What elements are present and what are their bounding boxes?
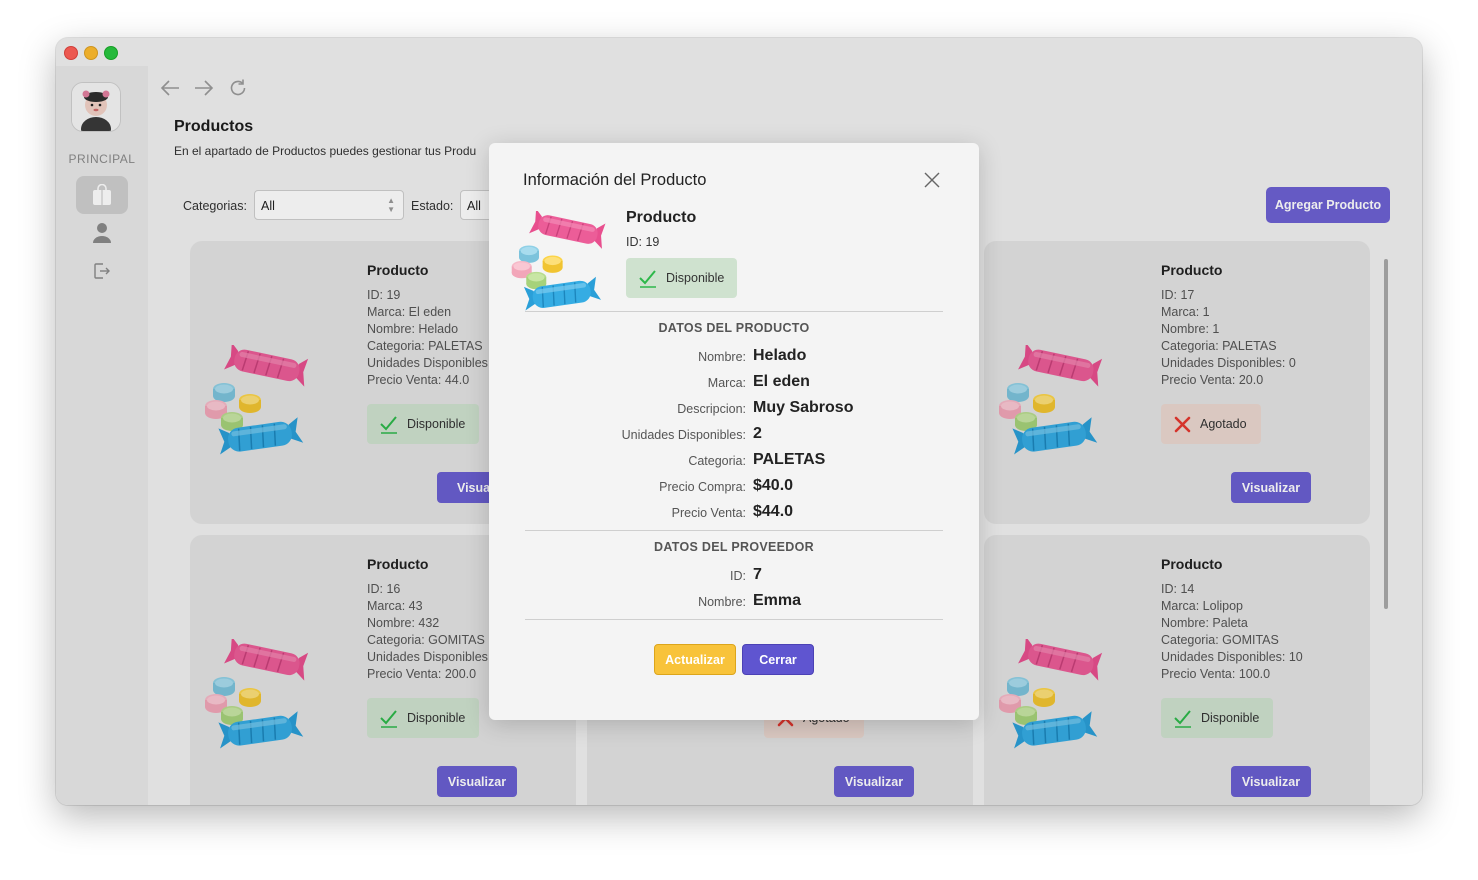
- detail-label: Categoria:: [688, 454, 746, 468]
- detail-row-precio-venta: Precio Venta: $44.0: [489, 503, 979, 523]
- detail-label: ID:: [730, 569, 746, 583]
- candy-image: [511, 211, 608, 311]
- dialog-product-label: Producto: [626, 209, 697, 226]
- status-badge-label: Disponible: [666, 271, 725, 285]
- detail-label: Descripcion:: [677, 402, 746, 416]
- detail-value: El eden: [753, 373, 810, 390]
- detail-label: Nombre:: [698, 350, 746, 364]
- supplier-data-heading: DATOS DEL PROVEEDOR: [654, 540, 814, 554]
- divider: [525, 311, 943, 312]
- dialog-title: Información del Producto: [523, 171, 707, 189]
- detail-label: Precio Compra:: [659, 480, 746, 494]
- dialog-product-id: ID: 19: [626, 235, 660, 249]
- product-info-dialog: Información del Producto Producto ID: 19…: [489, 143, 979, 720]
- status-badge: Disponible: [626, 258, 738, 298]
- product-data-heading: DATOS DEL PRODUCTO: [658, 321, 810, 335]
- detail-label: Nombre:: [698, 595, 746, 609]
- detail-value: Muy Sabroso: [753, 399, 854, 416]
- detail-row-categoria: Categoria: PALETAS: [489, 451, 979, 471]
- divider: [525, 619, 943, 620]
- update-button[interactable]: Actualizar: [654, 644, 736, 675]
- detail-label: Marca:: [707, 376, 746, 390]
- divider: [525, 530, 943, 531]
- detail-value: 7: [753, 566, 762, 583]
- detail-value: Emma: [753, 592, 802, 609]
- detail-row-proveedor-nombre: Nombre: Emma: [489, 592, 979, 612]
- detail-row-precio-compra: Precio Compra: $40.0: [489, 477, 979, 497]
- detail-row-marca: Marca: El eden: [489, 373, 979, 393]
- detail-row-proveedor-id: ID: 7: [489, 566, 979, 586]
- detail-label: Precio Venta:: [671, 506, 746, 520]
- close-button[interactable]: Cerrar: [742, 644, 814, 675]
- close-icon[interactable]: [923, 171, 941, 189]
- detail-row-nombre: Nombre: Helado: [489, 347, 979, 367]
- detail-value: $44.0: [753, 503, 794, 520]
- detail-label: Unidades Disponibles:: [621, 428, 746, 442]
- check-icon: [639, 270, 657, 288]
- detail-row-unidades: Unidades Disponibles: 2: [489, 425, 979, 445]
- detail-value: Helado: [753, 347, 807, 364]
- detail-value: $40.0: [753, 477, 794, 494]
- detail-row-descripcion: Descripcion: Muy Sabroso: [489, 399, 979, 419]
- detail-value: 2: [753, 425, 762, 442]
- detail-value: PALETAS: [753, 451, 826, 468]
